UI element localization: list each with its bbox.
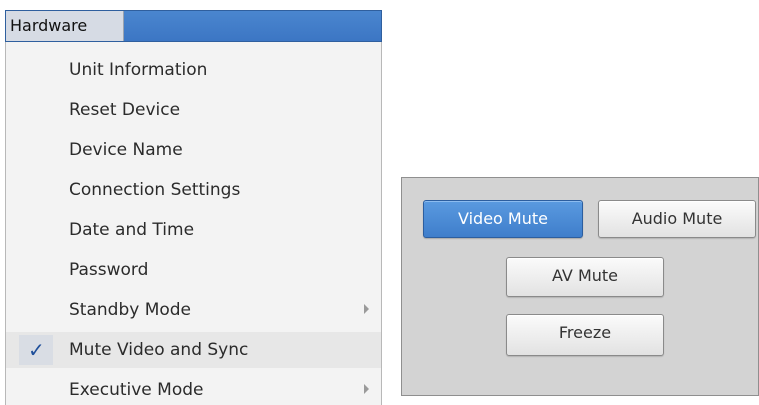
screenshot-canvas: Hardware Unit Information Reset Device D… — [0, 0, 759, 405]
audio-mute-button[interactable]: Audio Mute — [598, 200, 756, 238]
freeze-button[interactable]: Freeze — [506, 314, 664, 356]
checkmark-icon: ✓ — [28, 338, 45, 362]
menu-item-label: Executive Mode — [69, 380, 204, 400]
menu-bar: Hardware — [5, 10, 382, 42]
menu-title-hardware[interactable]: Hardware — [6, 11, 124, 41]
menu-item-standby-mode[interactable]: Standby Mode — [6, 292, 381, 328]
video-mute-button[interactable]: Video Mute — [423, 200, 583, 238]
submenu-arrow-icon — [364, 384, 369, 394]
menu-item-device-name[interactable]: Device Name — [6, 132, 381, 168]
menu-item-reset-device[interactable]: Reset Device — [6, 92, 381, 128]
hardware-dropdown-menu: Unit Information Reset Device Device Nam… — [5, 42, 382, 405]
menu-item-mute-video-and-sync[interactable]: ✓ Mute Video and Sync — [6, 332, 381, 368]
menu-item-label: Device Name — [69, 140, 183, 160]
menu-item-unit-information[interactable]: Unit Information — [6, 52, 381, 88]
menu-item-label: Unit Information — [69, 60, 208, 80]
submenu-arrow-icon — [364, 304, 369, 314]
menu-item-connection-settings[interactable]: Connection Settings — [6, 172, 381, 208]
mute-control-panel: Video Mute Audio Mute AV Mute Freeze — [401, 177, 759, 396]
menu-item-label: Standby Mode — [69, 300, 192, 320]
menu-item-label: Mute Video and Sync — [69, 340, 249, 360]
menu-item-date-and-time[interactable]: Date and Time — [6, 212, 381, 248]
menu-item-label: Reset Device — [69, 100, 181, 120]
menu-item-executive-mode[interactable]: Executive Mode — [6, 372, 381, 405]
menu-item-label: Date and Time — [69, 220, 195, 240]
menu-item-label: Connection Settings — [69, 180, 241, 200]
menu-item-label: Password — [69, 260, 149, 280]
av-mute-button[interactable]: AV Mute — [506, 257, 664, 297]
menu-item-password[interactable]: Password — [6, 252, 381, 288]
